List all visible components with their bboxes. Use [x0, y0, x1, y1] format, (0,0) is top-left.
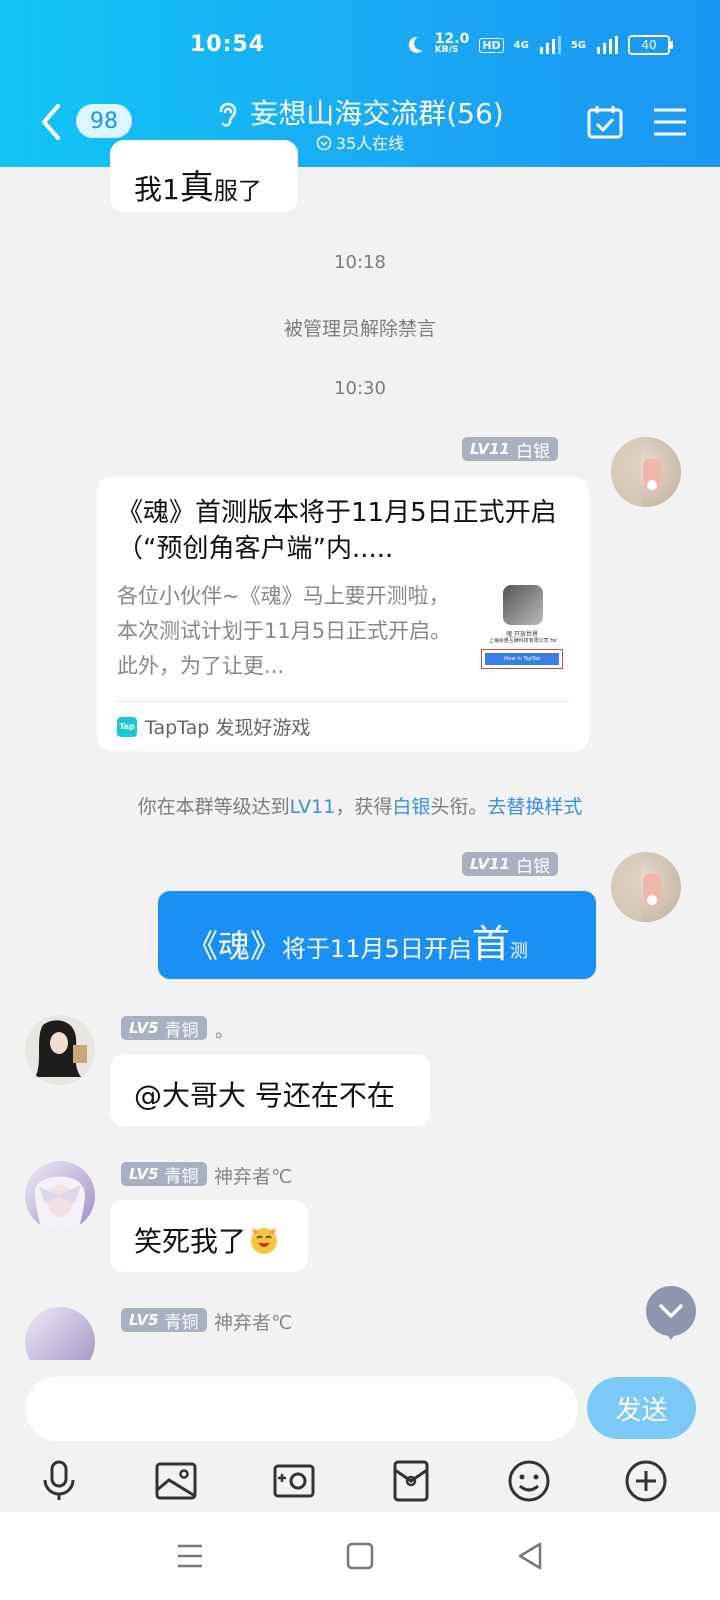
net-speed: 12.0 KB/S [434, 31, 470, 55]
signal-icon-2 [597, 36, 618, 54]
image-icon[interactable] [153, 1458, 199, 1504]
laughing-dog-emoji-icon [251, 1228, 278, 1254]
avatar-image [611, 852, 661, 922]
avatar-image [611, 437, 661, 507]
shared-link-card[interactable]: 《魂》首测版本将于11月5日正式开启（“预创角客户端”内..... 各位小伙伴~… [97, 477, 589, 751]
menu-icon[interactable] [652, 106, 688, 138]
timestamp: 10:30 [334, 378, 386, 399]
signal-4g-label: 4G [513, 39, 529, 51]
signal-5g-label: 5G [570, 39, 586, 51]
taptap-icon: Tap [117, 716, 137, 737]
message-bubble-self[interactable]: 《魂》将于11月5日开启首测 [158, 891, 596, 979]
member-nickname: 神弃者℃ [214, 1312, 293, 1334]
chevron-down-icon [659, 1304, 683, 1318]
member-level-badge: LV5 青铜 [121, 1162, 207, 1187]
member-nickname: 。 [215, 1020, 235, 1042]
level-up-notice: 你在本群等级达到LV11，获得白银头衔。去替换样式 [137, 796, 583, 818]
send-button[interactable]: 发送 [587, 1377, 696, 1439]
replace-style-link[interactable]: 去替换样式 [487, 796, 582, 818]
avatar[interactable] [25, 1015, 95, 1085]
chat-header: 10:54 12.0 KB/S HD 4G 5G 40 98 妄想山海交流群(5… [0, 0, 720, 167]
card-title: 《魂》首测版本将于11月5日正式开启（“预创角客户端”内..... [117, 498, 557, 564]
back-nav-icon[interactable] [510, 1536, 550, 1576]
recent-apps-icon[interactable] [170, 1536, 210, 1576]
moon-icon [408, 36, 423, 53]
card-source: Tap TapTap 发现好游戏 [117, 713, 310, 740]
avatar[interactable] [611, 852, 681, 922]
scroll-to-bottom-tail [664, 1330, 678, 1340]
scroll-to-bottom-button[interactable] [646, 1286, 696, 1336]
system-message-unmute: 被管理员解除禁言 [283, 318, 436, 340]
message-input[interactable] [25, 1377, 578, 1441]
calendar-check-icon[interactable] [586, 104, 624, 140]
timestamp: 10:18 [334, 252, 386, 273]
voice-icon[interactable] [36, 1458, 82, 1504]
ear-icon [220, 102, 237, 127]
game-logo-icon [503, 585, 543, 625]
member-level-badge: LV5 青铜 [121, 1308, 207, 1333]
member-level-badge: LV5 青铜 [121, 1016, 207, 1041]
emoji-icon[interactable] [506, 1458, 552, 1504]
member-nickname: 神弃者℃ [214, 1166, 293, 1188]
camera-icon[interactable] [271, 1458, 317, 1504]
avatar[interactable] [25, 1161, 95, 1231]
member-level-badge: LV11 白银 [462, 437, 558, 462]
hd-icon: HD [479, 37, 504, 53]
battery-icon: 40 [628, 35, 673, 55]
message-bubble[interactable]: 笑死我了 [110, 1200, 308, 1272]
plus-icon[interactable] [623, 1458, 669, 1504]
avatar[interactable] [611, 437, 681, 507]
avatar-image [35, 1020, 87, 1077]
red-packet-icon[interactable] [388, 1458, 434, 1504]
member-level-badge: LV11 白银 [462, 852, 558, 877]
card-description: 各位小伙伴~《魂》马上要开测啦，本次测试计划于11月5日正式开启。此外，为了让更… [117, 584, 452, 678]
card-thumbnail: 魂 开放世界 上海尚惠互娱科技有限公司 for View in TapTap [477, 585, 567, 675]
avatar-image [35, 1176, 85, 1231]
group-name: 妄想山海交流群(56) [250, 97, 504, 130]
divider [117, 701, 569, 702]
home-icon[interactable] [340, 1536, 380, 1576]
chevron-down-circle-icon [316, 135, 332, 151]
status-time: 10:54 [190, 32, 266, 57]
message-bubble-prev[interactable]: 我1真服了 [110, 140, 298, 212]
message-bubble[interactable]: @大哥大 号还在不在 [110, 1054, 430, 1126]
status-icons: 12.0 KB/S HD 4G 5G 40 [405, 31, 673, 56]
signal-icon [539, 36, 561, 54]
